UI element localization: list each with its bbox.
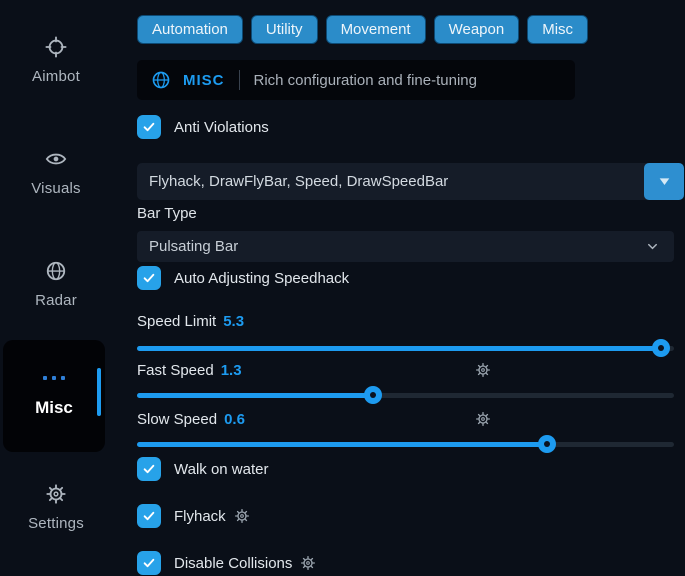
sidebar-item-settings[interactable]: Settings xyxy=(0,483,112,532)
slider-value: 1.3 xyxy=(221,362,242,379)
sidebar: Aimbot Visuals Radar Misc xyxy=(0,0,112,563)
sidebar-item-label: Radar xyxy=(35,292,77,309)
slider-name: Speed Limit xyxy=(137,313,216,330)
slow-speed-label: Slow Speed 0.6 xyxy=(137,411,245,428)
sidebar-item-label: Settings xyxy=(28,515,84,532)
slider-name: Fast Speed xyxy=(137,362,214,379)
checkmark-icon xyxy=(142,462,156,476)
auto-adjusting-row: Auto Adjusting Speedhack xyxy=(137,265,349,291)
anti-violations-checkbox[interactable] xyxy=(137,115,161,139)
disable-collisions-label: Disable Collisions xyxy=(174,555,292,572)
tab-movement[interactable]: Movement xyxy=(326,15,426,44)
globe-icon xyxy=(45,260,67,287)
mod-menu-window: { "colors": { "accent": "#1d9bf0", "tab_… xyxy=(0,0,685,563)
section-header: MISC Rich configuration and fine-tuning xyxy=(137,60,575,100)
sidebar-item-misc-active[interactable]: Misc xyxy=(3,340,105,452)
flyhack-label: Flyhack xyxy=(174,508,226,525)
gear-icon xyxy=(45,483,67,510)
triangle-down-icon xyxy=(657,176,672,188)
category-tabs: Automation Utility Movement Weapon Misc xyxy=(137,15,588,44)
flyhack-checkbox[interactable] xyxy=(137,504,161,528)
checkmark-icon xyxy=(142,509,156,523)
tab-utility[interactable]: Utility xyxy=(251,15,318,44)
anti-violations-label: Anti Violations xyxy=(174,119,269,136)
checkmark-icon xyxy=(142,271,156,285)
slider-handle[interactable] xyxy=(652,339,670,357)
tab-weapon[interactable]: Weapon xyxy=(434,15,520,44)
disable-collisions-row: Disable Collisions xyxy=(137,550,316,576)
sidebar-item-radar[interactable]: Radar xyxy=(0,260,112,309)
tab-automation[interactable]: Automation xyxy=(137,15,243,44)
speed-limit-slider[interactable] xyxy=(137,339,674,357)
auto-adjusting-label: Auto Adjusting Speedhack xyxy=(174,270,349,287)
slow-speed-slider[interactable] xyxy=(137,435,674,453)
flyhack-gear-icon[interactable] xyxy=(234,508,250,524)
sidebar-item-label: Visuals xyxy=(31,180,80,197)
slider-value: 0.6 xyxy=(224,411,245,428)
speed-limit-label: Speed Limit 5.3 xyxy=(137,313,244,330)
slider-value: 5.3 xyxy=(223,313,244,330)
crosshair-icon xyxy=(45,36,67,63)
bar-type-label: Bar Type xyxy=(137,205,197,222)
fast-speed-slider[interactable] xyxy=(137,386,674,404)
globe-icon xyxy=(151,70,171,90)
multiselect-open-button[interactable] xyxy=(644,163,684,200)
disable-collisions-checkbox[interactable] xyxy=(137,551,161,575)
sidebar-item-aimbot[interactable]: Aimbot xyxy=(0,36,112,85)
bar-type-value: Pulsating Bar xyxy=(149,238,238,255)
slider-fill xyxy=(137,346,661,351)
fast-speed-label: Fast Speed 1.3 xyxy=(137,362,242,379)
slider-name: Slow Speed xyxy=(137,411,217,428)
eye-icon xyxy=(45,148,67,175)
flyhack-row: Flyhack xyxy=(137,503,250,529)
disable-collisions-gear-icon[interactable] xyxy=(300,555,316,571)
auto-adjusting-checkbox[interactable] xyxy=(137,266,161,290)
tab-misc[interactable]: Misc xyxy=(527,15,588,44)
fast-speed-gear-icon[interactable] xyxy=(475,362,491,383)
checkmark-icon xyxy=(142,120,156,134)
violations-multiselect[interactable]: Flyhack, DrawFlyBar, Speed, DrawSpeedBar xyxy=(137,163,684,200)
slider-fill xyxy=(137,393,373,398)
ellipsis-icon xyxy=(3,376,105,380)
bar-type-select[interactable]: Pulsating Bar xyxy=(137,231,674,262)
main-panel: Automation Utility Movement Weapon Misc … xyxy=(137,0,685,563)
sidebar-item-label: Aimbot xyxy=(32,68,80,85)
walk-on-water-label: Walk on water xyxy=(174,461,268,478)
slider-handle[interactable] xyxy=(538,435,556,453)
violations-multiselect-value: Flyhack, DrawFlyBar, Speed, DrawSpeedBar xyxy=(137,173,644,190)
slider-handle[interactable] xyxy=(364,386,382,404)
anti-violations-row: Anti Violations xyxy=(137,114,269,140)
chevron-down-icon xyxy=(645,239,660,254)
section-title: MISC xyxy=(183,72,225,89)
sidebar-item-visuals[interactable]: Visuals xyxy=(0,148,112,197)
header-divider xyxy=(239,70,240,90)
sidebar-item-label: Misc xyxy=(3,398,105,418)
active-indicator-bar xyxy=(97,368,101,416)
slider-fill xyxy=(137,442,547,447)
section-subtitle: Rich configuration and fine-tuning xyxy=(254,72,477,89)
walk-on-water-checkbox[interactable] xyxy=(137,457,161,481)
checkmark-icon xyxy=(142,556,156,570)
slow-speed-gear-icon[interactable] xyxy=(475,411,491,432)
walk-on-water-row: Walk on water xyxy=(137,456,268,482)
